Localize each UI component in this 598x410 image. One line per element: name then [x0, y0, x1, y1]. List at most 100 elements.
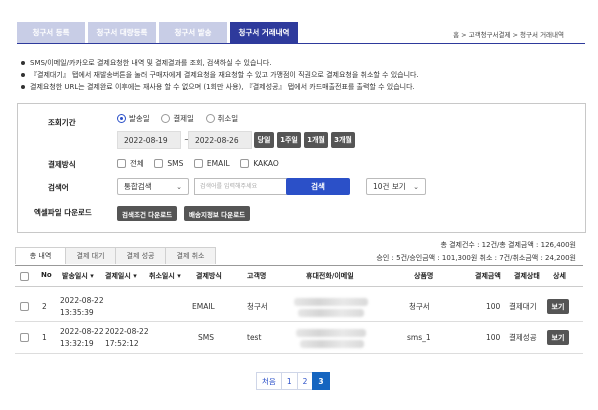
quick-today-button[interactable]: 당일 — [254, 132, 274, 148]
page-size-value: 10건 보기 — [373, 182, 406, 191]
column-header-product: 상품명 — [414, 272, 434, 280]
method-checkboxes: 전체 SMS EMAIL KAKAO — [117, 158, 287, 170]
tab-payment-cancel[interactable]: 결제 취소 — [165, 247, 216, 264]
column-header-method: 결제방식 — [196, 272, 222, 280]
page-button-3[interactable]: 3 — [312, 372, 330, 390]
checkbox-all[interactable]: 전체 — [117, 158, 144, 169]
row-amount: 100 — [486, 333, 501, 342]
tab-payment-pending[interactable]: 결제 대기 — [65, 247, 116, 264]
tab-invoice-bulk-register[interactable]: 청구서 대량등록 — [88, 22, 156, 43]
row-method: SMS — [198, 333, 214, 342]
view-detail-button[interactable]: 보기 — [547, 330, 569, 345]
select-all-checkbox[interactable] — [20, 272, 29, 281]
checkbox-label: EMAIL — [206, 159, 230, 168]
sort-icon: ▾ — [133, 272, 137, 280]
row-checkbox[interactable] — [20, 333, 29, 342]
search-filter-panel: 조회기간 발송일 결제일 취소일 2022-08-19 ~ 2022-08-26… — [17, 103, 586, 233]
note-item: 『결제대기』 탭에서 재발송버튼을 눌러 구매자에게 결제요청을 재요청할 수 … — [20, 69, 580, 81]
quick-1week-button[interactable]: 1주일 — [277, 132, 301, 148]
chevron-down-icon: ⌄ — [176, 182, 182, 191]
row-paid-time: 17:52:12 — [105, 339, 139, 348]
search-button[interactable]: 검색 — [286, 178, 350, 195]
note-item: SMS/이메일/카카오로 결제요청한 내역 및 결제결과를 조회, 검색하실 수… — [20, 57, 580, 69]
tab-invoice-register[interactable]: 청구서 등록 — [17, 22, 85, 43]
date-type-radios: 발송일 결제일 취소일 — [117, 113, 247, 125]
row-sent-time: 13:32:19 — [60, 339, 94, 348]
radio-label: 취소일 — [217, 114, 239, 123]
row-divider — [15, 321, 583, 322]
row-status: 결제성공 — [509, 333, 537, 342]
radio-paid-date[interactable]: 결제일 — [161, 113, 194, 124]
start-date-input[interactable]: 2022-08-19 — [117, 131, 181, 149]
pagination: 처음 1 2 3 — [256, 372, 330, 390]
redacted-contact — [298, 309, 364, 317]
tab-invoice-send[interactable]: 청구서 발송 — [159, 22, 227, 43]
tab-invoice-history[interactable]: 청구서 거래내역 — [230, 22, 298, 43]
row-method: EMAIL — [192, 302, 215, 311]
column-header-customer: 고객명 — [247, 272, 267, 280]
status-tab-bar: 총 내역 결제 대기 결제 성공 결제 취소 — [15, 247, 216, 264]
table-top-border — [15, 265, 583, 266]
redacted-contact — [296, 329, 366, 337]
view-detail-button[interactable]: 보기 — [547, 299, 569, 314]
tab-all-history[interactable]: 총 내역 — [15, 247, 66, 264]
search-type-select[interactable]: 통합검색 ⌄ — [117, 178, 189, 195]
column-header-detail: 상세 — [553, 272, 566, 280]
radio-cancel-date[interactable]: 취소일 — [205, 113, 239, 124]
quick-1month-button[interactable]: 1개월 — [304, 132, 328, 148]
row-customer: 청구서 — [247, 302, 268, 311]
column-header-no: No — [41, 271, 52, 279]
end-date-input[interactable]: 2022-08-26 — [188, 131, 252, 149]
page-size-select[interactable]: 10건 보기 ⌄ — [366, 178, 426, 195]
excel-download-label: 엑셀파일 다운로드 — [34, 208, 92, 217]
column-header-status: 결제상태 — [514, 272, 540, 280]
info-notes: SMS/이메일/카카오로 결제요청한 내역 및 결제결과를 조회, 검색하실 수… — [20, 57, 580, 93]
note-item: 결제요청한 URL는 결제완료 이후에는 재사용 할 수 없으며 (1회만 사용… — [20, 81, 580, 93]
row-no: 2 — [42, 302, 47, 311]
period-label: 조회기간 — [48, 118, 76, 127]
chevron-down-icon: ⌄ — [413, 182, 419, 191]
page-button-1[interactable]: 1 — [280, 372, 298, 390]
column-header-cancel-at[interactable]: 취소일시 ▾ — [149, 271, 181, 281]
summary-total: 총 결제건수 : 12건/총 결제금액 : 126,400원 — [440, 241, 576, 249]
checkbox-email[interactable]: EMAIL — [193, 159, 230, 168]
sort-icon: ▾ — [90, 272, 94, 280]
column-header-paid-at[interactable]: 결제일시 ▾ — [105, 271, 137, 281]
download-search-conditions-button[interactable]: 검색조건 다운로드 — [117, 206, 178, 221]
search-type-value: 통합검색 — [124, 182, 152, 191]
header-divider — [17, 43, 585, 44]
radio-sent-date[interactable]: 발송일 — [117, 113, 150, 124]
page-first-button[interactable]: 처음 — [256, 372, 282, 390]
row-paid-date: 2022-08-22 — [105, 327, 149, 336]
checkbox-box — [154, 159, 164, 168]
row-checkbox[interactable] — [20, 302, 29, 311]
row-sent-date: 2022-08-22 — [60, 296, 104, 305]
row-sent-time: 13:35:39 — [60, 308, 94, 317]
checkbox-label: SMS — [167, 159, 184, 168]
radio-label: 결제일 — [173, 114, 194, 123]
row-amount: 100 — [486, 302, 501, 311]
row-divider — [15, 353, 583, 354]
download-shipping-info-button[interactable]: 배송지정보 다운로드 — [184, 206, 251, 221]
column-header-label: 발송일시 — [62, 272, 88, 280]
row-sent-date: 2022-08-22 — [60, 327, 104, 336]
summary-breakdown: 승인 : 5건/승인금액 : 101,300원 취소 : 7건/취소금액 : 2… — [376, 254, 576, 262]
search-input[interactable] — [194, 178, 299, 195]
checkbox-label: 전체 — [130, 159, 144, 168]
checkbox-sms[interactable]: SMS — [154, 159, 183, 168]
row-no: 1 — [42, 333, 47, 342]
checkbox-label: KAKAO — [253, 159, 279, 168]
quick-3month-button[interactable]: 3개월 — [331, 132, 355, 148]
checkbox-box — [240, 159, 250, 168]
tab-payment-success[interactable]: 결제 성공 — [115, 247, 166, 264]
radio-dot — [117, 114, 126, 123]
column-header-sent-at[interactable]: 발송일시 ▾ — [62, 271, 94, 281]
checkbox-kakao[interactable]: KAKAO — [240, 159, 279, 168]
page-button-2[interactable]: 2 — [296, 372, 314, 390]
column-header-contact: 휴대전화/이메일 — [306, 272, 354, 280]
method-label: 결제방식 — [48, 160, 76, 169]
radio-dot — [205, 114, 215, 123]
radio-dot — [161, 114, 171, 123]
row-customer: test — [247, 333, 262, 342]
row-product: sms_1 — [407, 333, 431, 342]
